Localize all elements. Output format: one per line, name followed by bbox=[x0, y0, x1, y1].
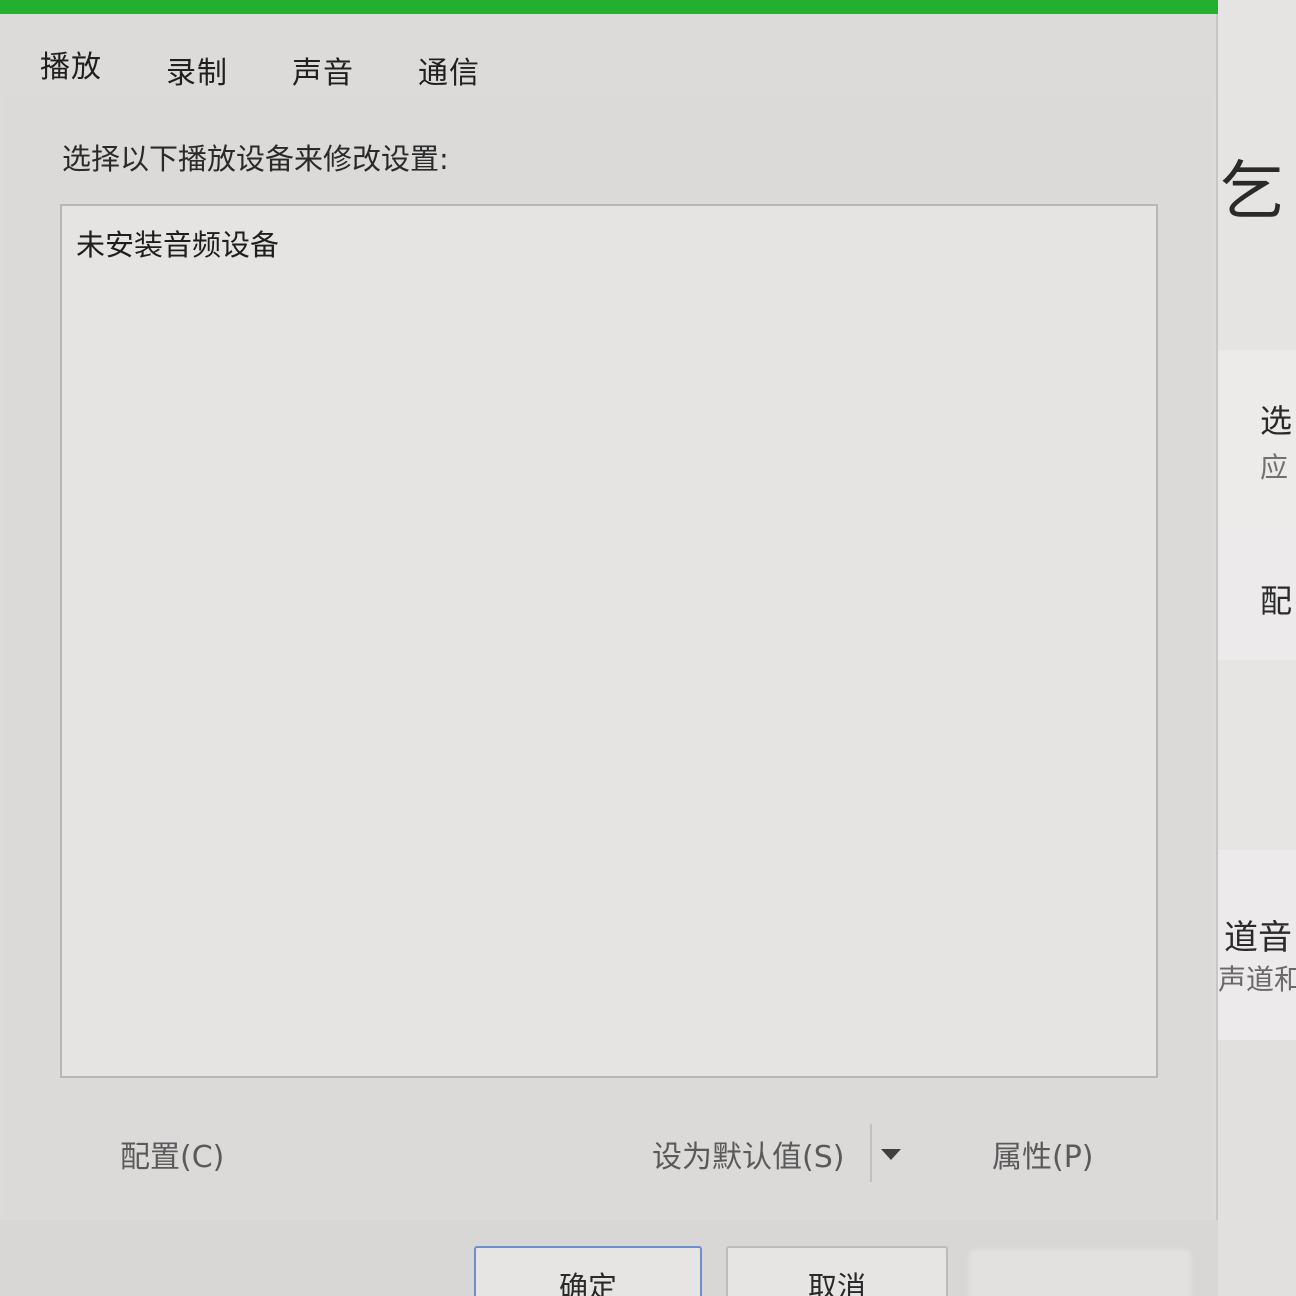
set-default-button[interactable]: 设为默认值(S) bbox=[652, 1132, 844, 1176]
background-settings-window: 乞 选 应 配 道音 声道和 bbox=[1218, 0, 1296, 1296]
tab-recording[interactable]: 录制 bbox=[166, 48, 228, 92]
instruction-text: 选择以下播放设备来修改设置: bbox=[62, 142, 449, 176]
background-text-fragment: 应 bbox=[1260, 451, 1289, 484]
tab-playback[interactable]: 播放 bbox=[40, 42, 102, 86]
background-band bbox=[1218, 1040, 1296, 1296]
background-text-fragment: 配 bbox=[1260, 582, 1293, 620]
dialog-footer: 确定 取消 bbox=[0, 1220, 1218, 1296]
split-button-divider bbox=[870, 1124, 872, 1182]
background-text-fragment: 选 bbox=[1260, 402, 1293, 440]
background-band bbox=[1218, 660, 1296, 850]
background-text-fragment: 声道和 bbox=[1218, 963, 1296, 996]
device-action-buttons: 配置(C) 设为默认值(S) 属性(P) bbox=[0, 1124, 1218, 1188]
chevron-down-icon bbox=[881, 1148, 901, 1160]
ok-button[interactable]: 确定 bbox=[474, 1246, 702, 1296]
set-default-dropdown[interactable] bbox=[876, 1132, 906, 1176]
title-accent-bar bbox=[0, 0, 1218, 14]
properties-button[interactable]: 属性(P) bbox=[992, 1132, 1094, 1176]
screen: 乞 选 应 配 道音 声道和 播放 录制 声音 通信 选择以下播放设备来修改设置… bbox=[0, 0, 1296, 1296]
playback-device-list[interactable]: 未安装音频设备 bbox=[60, 204, 1158, 1078]
configure-button[interactable]: 配置(C) bbox=[120, 1132, 224, 1176]
tab-bar: 播放 录制 声音 通信 bbox=[0, 38, 1218, 96]
background-title-fragment: 乞 bbox=[1220, 155, 1284, 229]
cancel-button[interactable]: 取消 bbox=[726, 1246, 948, 1296]
tab-sounds[interactable]: 声音 bbox=[292, 48, 354, 92]
apply-button-blurred bbox=[970, 1250, 1190, 1296]
empty-device-message: 未安装音频设备 bbox=[76, 228, 280, 262]
sound-dialog: 播放 录制 声音 通信 选择以下播放设备来修改设置: 未安装音频设备 配置(C)… bbox=[0, 0, 1218, 1296]
background-text-fragment: 道音 bbox=[1224, 918, 1292, 958]
tab-communications[interactable]: 通信 bbox=[418, 48, 480, 92]
